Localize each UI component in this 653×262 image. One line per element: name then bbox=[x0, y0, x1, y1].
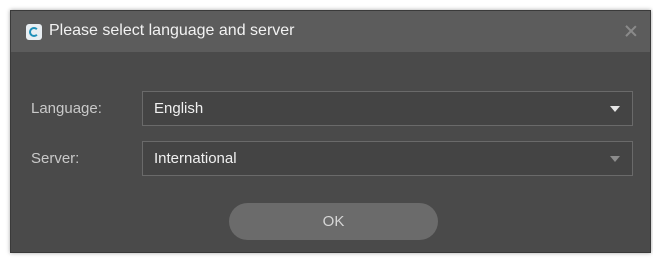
close-icon[interactable] bbox=[624, 24, 638, 38]
dialog-title: Please select language and server bbox=[49, 22, 295, 39]
chevron-down-icon bbox=[610, 156, 620, 162]
language-label: Language: bbox=[31, 100, 102, 117]
language-select[interactable]: English bbox=[142, 91, 633, 126]
app-logo-icon bbox=[26, 24, 42, 40]
language-server-dialog: Please select language and server Langua… bbox=[10, 10, 651, 253]
ok-button[interactable]: OK bbox=[229, 203, 438, 240]
server-label: Server: bbox=[31, 150, 80, 167]
chevron-down-icon bbox=[610, 106, 620, 112]
language-select-value: English bbox=[154, 100, 204, 117]
desktop-background: Please select language and server Langua… bbox=[0, 0, 653, 262]
server-select-value: International bbox=[154, 150, 237, 167]
server-select[interactable]: International bbox=[142, 141, 633, 176]
dialog-titlebar: Please select language and server bbox=[11, 11, 650, 52]
